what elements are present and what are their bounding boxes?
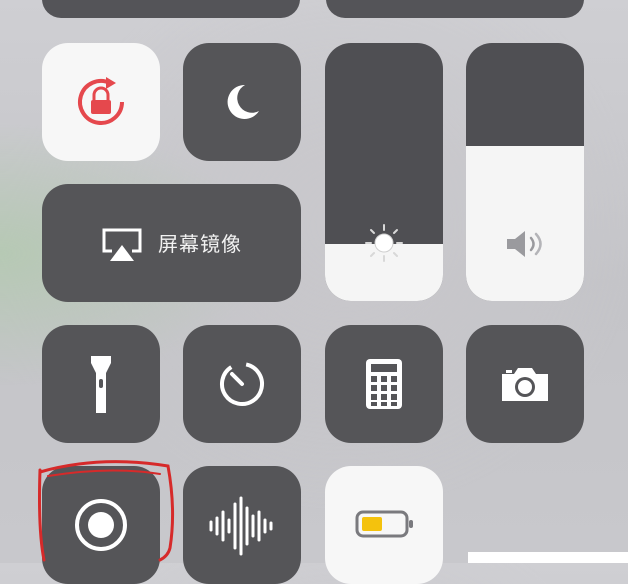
flashlight-icon bbox=[91, 356, 111, 413]
white-patch bbox=[468, 552, 628, 563]
low-power-mode-button[interactable] bbox=[325, 466, 443, 584]
moon-icon bbox=[227, 84, 259, 119]
airplay-icon bbox=[102, 228, 142, 261]
top-tile-left[interactable] bbox=[42, 0, 300, 18]
record-icon bbox=[75, 499, 127, 551]
calculator-button[interactable] bbox=[325, 325, 443, 443]
voice-memos-button[interactable] bbox=[183, 466, 301, 584]
battery-icon bbox=[355, 510, 413, 538]
volume-level bbox=[466, 146, 584, 301]
do-not-disturb-button[interactable] bbox=[183, 43, 301, 161]
speaker-icon bbox=[507, 231, 542, 257]
rotation-lock-icon bbox=[78, 77, 124, 125]
camera-icon bbox=[502, 368, 548, 401]
flashlight-button[interactable] bbox=[42, 325, 160, 443]
calculator-icon bbox=[366, 359, 402, 409]
brightness-slider[interactable] bbox=[325, 43, 443, 301]
screen-recording-button[interactable] bbox=[42, 466, 160, 584]
timer-icon bbox=[220, 362, 264, 406]
timer-button[interactable] bbox=[183, 325, 301, 443]
waveform-icon bbox=[209, 496, 273, 556]
camera-button[interactable] bbox=[466, 325, 584, 443]
screen-mirroring-label: 屏幕镜像 bbox=[158, 232, 242, 256]
orientation-lock-button[interactable] bbox=[42, 43, 160, 161]
volume-slider[interactable] bbox=[466, 43, 584, 301]
top-tile-right[interactable] bbox=[326, 0, 584, 18]
sun-icon bbox=[365, 224, 403, 262]
